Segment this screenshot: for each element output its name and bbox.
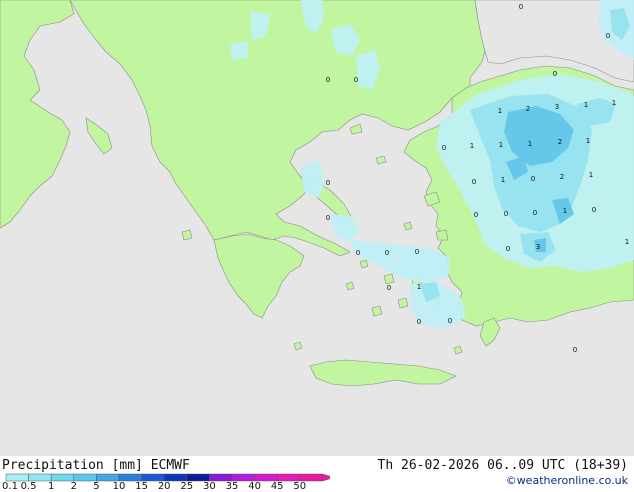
precipitation-value-label: 0 (504, 210, 508, 218)
precipitation-value-label: 0 (442, 144, 446, 152)
precipitation-value-label: 1 (528, 140, 532, 148)
precipitation-value-label: 0 (533, 209, 537, 217)
precipitation-value-label: 0 (387, 284, 391, 292)
precipitation-value-label: 0 (553, 70, 557, 78)
precipitation-value-label: 0 (506, 245, 510, 253)
precipitation-value-label: 1 (563, 207, 567, 215)
color-scale-segment (118, 473, 142, 482)
precipitation-value-label: 0 (448, 317, 452, 325)
precipitation-value-label: 0 (326, 76, 330, 84)
color-scale-segment (141, 473, 165, 482)
precipitation-value-label: 0 (472, 178, 476, 186)
precipitation-value-label: 0 (606, 32, 610, 40)
precipitation-value-label: 1 (498, 107, 502, 115)
color-scale-tick: 50 (293, 481, 307, 492)
precipitation-value-label: 0 (326, 179, 330, 187)
color-scale-segment (50, 473, 75, 482)
color-scale-tick: 2 (70, 481, 77, 492)
color-scale-segment (209, 473, 233, 482)
color-scale-tick: 20 (157, 481, 171, 492)
precipitation-value-label: 1 (499, 141, 503, 149)
color-scale-tick: 25 (180, 481, 194, 492)
precipitation-value-label: 0 (356, 249, 360, 257)
color-scale-tick: 5 (93, 481, 100, 492)
color-scale-tick: 15 (135, 481, 148, 492)
precipitation-value-label: 3 (555, 103, 559, 111)
precipitation-value-label: 1 (586, 137, 590, 145)
precipitation-map: 0 0 0 0 0 1 2 3 1 1 0 1 1 1 2 1 0 0 1 0 2 1 0 0 0 0 1 0 0 0 0 0 3 1 0 1 0 0 0 (0, 0, 634, 456)
precipitation-value-label: 1 (501, 176, 505, 184)
precipitation-value-label: 0 (415, 248, 419, 256)
color-scale-segment (5, 473, 29, 482)
precipitation-value-label: 1 (612, 99, 616, 107)
precipitation-value-label: 0 (592, 206, 596, 214)
color-scale-segment (231, 473, 255, 482)
precipitation-value-label: 2 (560, 173, 564, 181)
color-scale-segment (28, 473, 52, 482)
color-scale-tick: 40 (248, 481, 261, 492)
precipitation-value-label: 0 (573, 346, 577, 354)
precipitation-value-label: 3 (536, 243, 540, 251)
color-scale-tick: 1 (48, 481, 55, 492)
precipitation-value-label: 1 (625, 238, 629, 246)
color-scale-tick: 30 (203, 481, 216, 492)
forecast-time: Th 26-02-2026 06..09 UTC (18+39) (377, 458, 628, 473)
credit-link[interactable]: ©weatheronline.co.uk (506, 474, 628, 487)
color-scale-tick: 10 (112, 481, 126, 492)
precipitation-value-label: 1 (417, 283, 421, 291)
precipitation-value-label: 1 (584, 101, 588, 109)
precipitation-value-label: 0 (474, 211, 478, 219)
color-scale-segment (163, 473, 188, 482)
color-scale-tick: 35 (225, 481, 239, 492)
color-scale-end-arrow (322, 473, 330, 482)
precipitation-value-label: 1 (470, 142, 474, 150)
color-scale-segment (276, 473, 301, 482)
precipitation-value-label: 0 (417, 318, 421, 326)
precipitation-value-label: 0 (531, 175, 535, 183)
color-scale-segment (186, 473, 210, 482)
precipitation-value-label: 0 (519, 3, 523, 11)
color-scale-segment (73, 473, 97, 482)
map-canvas: 0 0 0 0 0 1 2 3 1 1 0 1 1 1 2 1 0 0 1 0 2 1 0 0 0 0 1 0 0 0 0 0 3 1 0 1 0 0 0 (0, 0, 634, 456)
precipitation-value-label: 2 (558, 138, 562, 146)
color-scale-segment (299, 473, 323, 482)
color-scale-tick: 45 (270, 481, 284, 492)
precipitation-value-label: 1 (589, 171, 593, 179)
color-scale-tick: 0.1 (2, 481, 18, 492)
color-scale-segment (254, 473, 278, 482)
color-scale-tick: 0.5 (20, 481, 37, 492)
precipitation-value-label: 0 (354, 76, 358, 84)
precipitation-value-label: 0 (326, 214, 330, 222)
precipitation-value-label: 2 (526, 105, 530, 113)
map-title: Precipitation [mm] ECMWF (2, 458, 190, 473)
precipitation-value-label: 0 (385, 249, 389, 257)
footer: Precipitation [mm] ECMWF Th 26-02-2026 0… (0, 456, 634, 492)
color-scale-segment (96, 473, 120, 482)
